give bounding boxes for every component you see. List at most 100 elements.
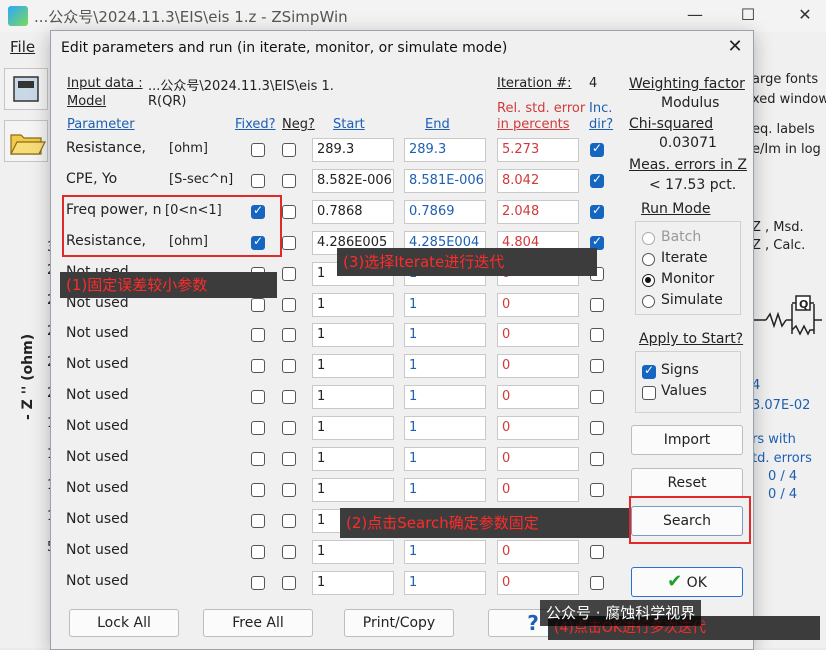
inc-dir-checkbox[interactable] — [590, 545, 604, 559]
fixed-checkbox[interactable] — [251, 390, 265, 404]
dialog-close-icon[interactable]: ✕ — [723, 35, 747, 59]
folder-open-icon — [10, 134, 46, 155]
re-im-log-option[interactable]: e/Im in log — [752, 142, 821, 157]
menu-file[interactable]: File — [10, 38, 35, 56]
inc-dir-checkbox[interactable] — [590, 452, 604, 466]
rel-error-field: 5.273 — [497, 138, 579, 162]
start-value-input[interactable]: 1 — [312, 478, 394, 502]
neg-checkbox[interactable] — [282, 452, 296, 466]
app-icon — [8, 6, 28, 26]
fixed-checkbox[interactable] — [251, 514, 265, 528]
std-errors-label: td. errors — [752, 451, 812, 466]
parameter-unit: [ohm] — [169, 141, 208, 156]
fixed-window-option[interactable]: xed window — [752, 92, 826, 107]
toolbar-data-button[interactable] — [4, 68, 48, 110]
weighting-factor-value[interactable]: Modulus — [661, 95, 719, 111]
inc-dir-checkbox[interactable] — [590, 421, 604, 435]
start-value-input[interactable]: 1 — [312, 447, 394, 471]
fixed-checkbox[interactable] — [251, 576, 265, 590]
lock-all-button[interactable]: Lock All — [69, 609, 179, 637]
maximize-icon[interactable]: ☐ — [735, 4, 761, 26]
eq-labels-option[interactable]: eq. labels — [752, 122, 815, 137]
y-axis-label: - Z '' (ohm) — [20, 333, 36, 420]
neg-checkbox[interactable] — [282, 514, 296, 528]
parameter-name: Not used — [66, 387, 129, 403]
inc-dir-checkbox[interactable] — [590, 203, 604, 219]
start-value-input[interactable]: 1 — [312, 293, 394, 317]
neg-checkbox[interactable] — [282, 421, 296, 435]
values-label[interactable]: Values — [661, 383, 707, 399]
signs-label[interactable]: Signs — [661, 362, 699, 378]
start-value-input[interactable]: 1 — [312, 323, 394, 347]
import-button[interactable]: Import — [631, 425, 743, 455]
radio-monitor[interactable] — [642, 274, 655, 287]
fixed-checkbox[interactable] — [251, 452, 265, 466]
neg-checkbox[interactable] — [282, 267, 296, 281]
neg-checkbox[interactable] — [282, 483, 296, 497]
fixed-checkbox[interactable] — [251, 483, 265, 497]
weighting-factor-label: Weighting factor — [629, 76, 745, 92]
ok-button[interactable]: ✔ OK — [631, 567, 743, 597]
start-value-input[interactable]: 0.7868 — [312, 200, 394, 224]
neg-checkbox[interactable] — [282, 143, 296, 157]
inc-dir-checkbox[interactable] — [590, 141, 604, 157]
start-value-input[interactable]: 1 — [312, 571, 394, 595]
radio-iterate-label[interactable]: Iterate — [661, 250, 708, 266]
radio-monitor-label[interactable]: Monitor — [661, 271, 714, 287]
radio-simulate-label[interactable]: Simulate — [661, 292, 723, 308]
parameter-name: Not used — [66, 573, 129, 589]
radio-iterate[interactable] — [642, 253, 655, 266]
neg-checkbox[interactable] — [282, 174, 296, 188]
start-value-input[interactable]: 1 — [312, 354, 394, 378]
end-value-field: 1 — [404, 354, 486, 378]
neg-checkbox[interactable] — [282, 359, 296, 373]
start-value-input[interactable]: 289.3 — [312, 138, 394, 162]
column-header-inc-1: Inc. — [589, 101, 613, 116]
neg-checkbox[interactable] — [282, 576, 296, 590]
fixed-checkbox[interactable] — [251, 545, 265, 559]
data-file-icon — [13, 76, 39, 102]
neg-checkbox[interactable] — [282, 236, 296, 250]
values-checkbox[interactable] — [642, 386, 656, 400]
inc-dir-checkbox[interactable] — [590, 576, 604, 590]
radio-batch — [642, 232, 655, 245]
inc-dir-checkbox[interactable] — [590, 328, 604, 342]
large-fonts-option[interactable]: arge fonts — [752, 72, 818, 87]
app-close-icon[interactable]: ✕ — [792, 4, 818, 26]
fixed-checkbox[interactable] — [251, 174, 265, 188]
start-value-input[interactable]: 1 — [312, 540, 394, 564]
chi-readout: 3.07E-02 — [752, 398, 811, 413]
free-all-button[interactable]: Free All — [203, 609, 313, 637]
fixed-checkbox[interactable] — [251, 298, 265, 312]
end-value-field: 1 — [404, 571, 486, 595]
inc-dir-checkbox[interactable] — [590, 483, 604, 497]
inc-dir-checkbox[interactable] — [590, 298, 604, 312]
inc-dir-checkbox[interactable] — [590, 390, 604, 404]
reset-button[interactable]: Reset — [631, 468, 743, 498]
start-value-input[interactable]: 8.582E-006 — [312, 169, 394, 193]
signs-checkbox[interactable] — [642, 363, 656, 379]
fixed-checkbox[interactable] — [251, 143, 265, 157]
start-value-input[interactable]: 1 — [312, 385, 394, 409]
radio-simulate[interactable] — [642, 295, 655, 308]
fixed-checkbox[interactable] — [251, 359, 265, 373]
neg-checkbox[interactable] — [282, 545, 296, 559]
minimize-icon[interactable]: — — [682, 4, 708, 26]
annotation-box-search — [629, 496, 751, 544]
start-value-input[interactable]: 1 — [312, 416, 394, 440]
neg-checkbox[interactable] — [282, 298, 296, 312]
print-copy-button[interactable]: Print/Copy — [344, 609, 454, 637]
fixed-checkbox[interactable] — [251, 421, 265, 435]
parameter-unit: [S-sec^n] — [169, 172, 234, 187]
neg-checkbox[interactable] — [282, 390, 296, 404]
inc-dir-checkbox[interactable] — [590, 172, 604, 188]
iteration-value: 4 — [589, 76, 598, 91]
fixed-checkbox[interactable] — [251, 328, 265, 342]
neg-checkbox[interactable] — [282, 205, 296, 219]
end-value-field: 1 — [404, 540, 486, 564]
neg-checkbox[interactable] — [282, 328, 296, 342]
inc-dir-checkbox[interactable] — [590, 359, 604, 373]
column-header-parameter: Parameter — [67, 117, 135, 132]
dialog-title: Edit parameters and run (in iterate, mon… — [61, 40, 508, 56]
toolbar-open-button[interactable] — [4, 120, 48, 162]
